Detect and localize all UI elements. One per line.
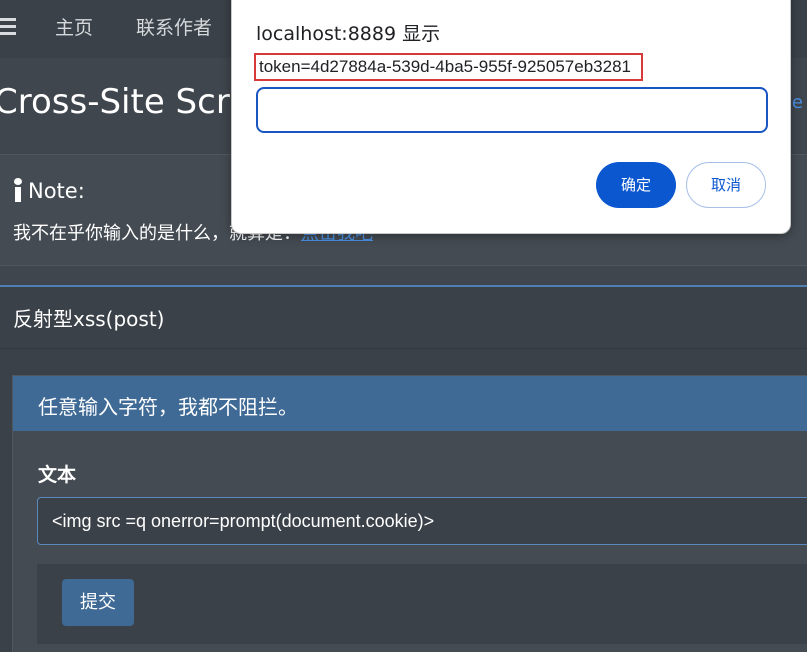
text-field-label: 文本 bbox=[38, 464, 77, 486]
card-header: 反射型xss(post) bbox=[0, 287, 807, 349]
form-panel: 任意输入字符，我都不阻拦。 文本 <img src =q onerror=pro… bbox=[12, 375, 807, 652]
dialog-title: localhost:8889 显示 bbox=[256, 23, 441, 45]
form-panel-header-text: 任意输入字符，我都不阻拦。 bbox=[38, 395, 298, 419]
form-footer: 提交 bbox=[37, 564, 807, 644]
form-panel-header: 任意输入字符，我都不阻拦。 bbox=[13, 376, 807, 431]
note-title: Note: bbox=[28, 179, 85, 203]
text-input[interactable]: <img src =q onerror=prompt(document.cook… bbox=[37, 497, 807, 545]
browser-prompt-dialog: localhost:8889 显示 token=4d27884a-539d-4b… bbox=[231, 0, 791, 234]
dialog-message: token=4d27884a-539d-4ba5-955f-925057eb32… bbox=[254, 53, 643, 81]
hamburger-menu-icon[interactable] bbox=[0, 18, 16, 36]
right-link-fragment[interactable]: e bbox=[792, 92, 803, 113]
nav-link-contact-author[interactable]: 联系作者 bbox=[136, 14, 212, 42]
submit-button[interactable]: 提交 bbox=[62, 579, 134, 626]
ok-button[interactable]: 确定 bbox=[596, 162, 676, 208]
card-title: 反射型xss(post) bbox=[13, 307, 165, 331]
xss-card: 反射型xss(post) 任意输入字符，我都不阻拦。 文本 <img src =… bbox=[0, 285, 807, 652]
cancel-button[interactable]: 取消 bbox=[686, 162, 766, 208]
info-icon bbox=[13, 178, 23, 202]
nav-link-home[interactable]: 主页 bbox=[55, 14, 93, 42]
dialog-input[interactable] bbox=[256, 87, 768, 133]
